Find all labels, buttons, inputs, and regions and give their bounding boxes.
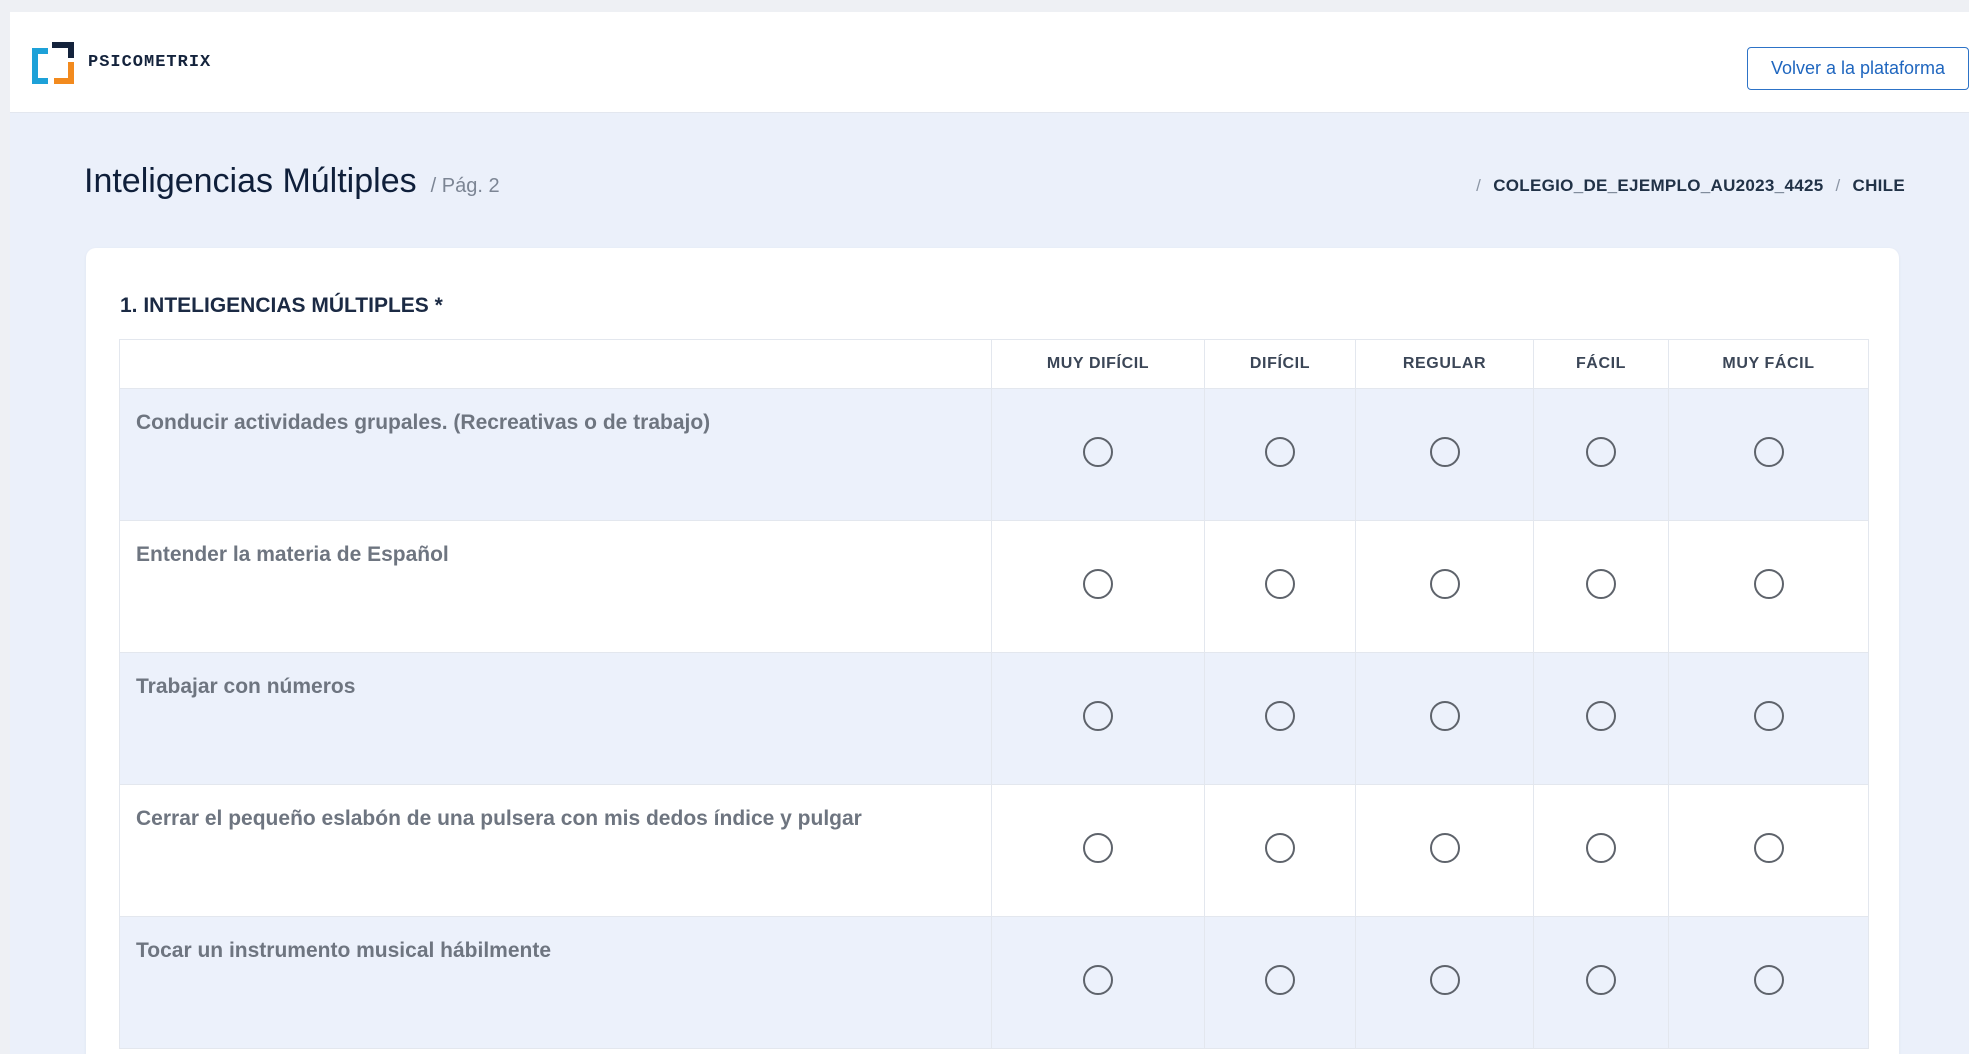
row-label: Cerrar el pequeño eslabón de una pulsera… [119,784,992,917]
page-title: Inteligencias Múltiples [84,162,417,200]
brand-logo[interactable]: PSICOMETRIX [30,40,211,84]
column-header: MUY FÁCIL [1668,339,1869,389]
page-number: / Pág. 2 [430,175,500,197]
radio-option[interactable] [1429,569,1460,599]
radio-option[interactable] [1753,833,1784,863]
likert-matrix: MUY DIFÍCIL DIFÍCIL REGULAR FÁCIL MUY FÁ… [119,339,1869,1049]
radio-option[interactable] [1586,701,1616,731]
radio-option[interactable] [1753,701,1784,731]
radio-option[interactable] [1429,437,1460,467]
radio-option[interactable] [1083,569,1113,599]
row-label: Entender la materia de Español [119,520,992,653]
question-title: 1. INTELIGENCIAS MÚLTIPLES * [120,294,443,317]
row-label: Tocar un instrumento musical hábilmente [119,916,992,1049]
back-to-platform-button[interactable]: Volver a la plataforma [1747,47,1969,90]
header-row: MUY DIFÍCIL DIFÍCIL REGULAR FÁCIL MUY FÁ… [119,339,1869,389]
radio-option[interactable] [1083,437,1113,467]
column-header: FÁCIL [1533,339,1669,389]
radio-option[interactable] [1265,569,1295,599]
top-bar: PSICOMETRIX Volver a la plataforma [10,12,1969,113]
row-label: Conducir actividades grupales. (Recreati… [119,388,992,521]
question-card: 1. INTELIGENCIAS MÚLTIPLES * MUY DIFÍCIL… [86,248,1899,1054]
radio-option[interactable] [1429,701,1460,731]
breadcrumb-separator: / [1476,176,1482,195]
breadcrumb-school: COLEGIO_DE_EJEMPLO_AU2023_4425 [1493,176,1824,195]
radio-option[interactable] [1586,965,1616,995]
psicometrix-logo-icon [32,42,74,84]
radio-option[interactable] [1429,833,1460,863]
radio-option[interactable] [1586,437,1616,467]
header-empty [119,339,992,389]
table-row: Trabajar con números [119,652,1869,785]
radio-option[interactable] [1265,701,1295,731]
radio-option[interactable] [1265,965,1295,995]
radio-option[interactable] [1429,965,1460,995]
radio-option[interactable] [1753,965,1784,995]
breadcrumb-country: CHILE [1852,176,1905,195]
column-header: MUY DIFÍCIL [991,339,1205,389]
table-row: Cerrar el pequeño eslabón de una pulsera… [119,784,1869,917]
brand-name: PSICOMETRIX [88,52,212,72]
breadcrumb: / COLEGIO_DE_EJEMPLO_AU2023_4425 / CHILE [1476,176,1905,196]
page-header: Inteligencias Múltiples / Pág. 2 [84,162,500,212]
radio-option[interactable] [1586,569,1616,599]
column-header: REGULAR [1355,339,1534,389]
radio-option[interactable] [1265,437,1295,467]
radio-option[interactable] [1083,701,1113,731]
column-header: DIFÍCIL [1204,339,1356,389]
radio-option[interactable] [1586,833,1616,863]
table-row: Entender la materia de Español [119,520,1869,653]
survey-page: PSICOMETRIX Volver a la plataforma Intel… [10,12,1969,1054]
radio-option[interactable] [1083,965,1113,995]
radio-option[interactable] [1265,833,1295,863]
table-row: Conducir actividades grupales. (Recreati… [119,388,1869,521]
radio-option[interactable] [1753,437,1784,467]
table-row: Tocar un instrumento musical hábilmente [119,916,1869,1049]
row-label: Trabajar con números [119,652,992,785]
radio-option[interactable] [1753,569,1784,599]
radio-option[interactable] [1083,833,1113,863]
breadcrumb-separator: / [1835,176,1841,195]
